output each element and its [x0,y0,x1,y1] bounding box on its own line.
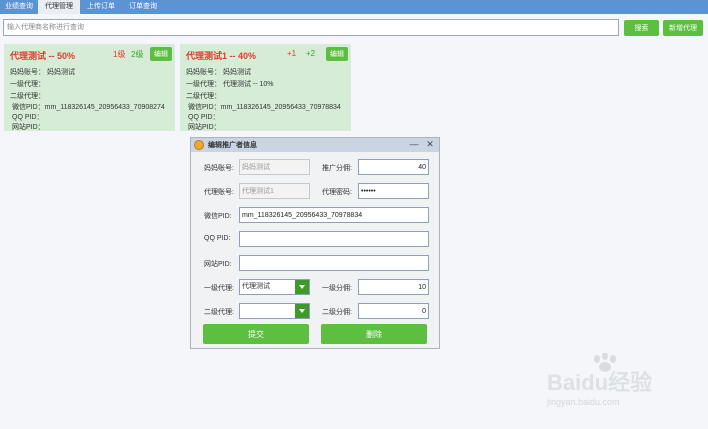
tab-agent-management[interactable]: 代理管理 [38,0,80,14]
agent-card: 代理测试1 -- 40% +1 +2 编辑 妈妈账号： 妈妈测试 一级代理： 代… [180,44,351,131]
agent-password-label: 代理密码: [322,189,352,196]
level1-badge: 1级 [113,50,126,59]
submit-button[interactable]: 提交 [203,324,309,344]
wechat-pid-label: 微信PID: [204,213,232,220]
qq-pid-label: QQ PID: [204,235,231,242]
level2-agent-label: 二级代理: [204,309,234,316]
watermark-logo-text: Baidu经验 [547,370,653,395]
search-button[interactable]: 搜索 [624,20,659,36]
card-mama-account: 妈妈账号： 妈妈测试 [186,69,251,76]
edit-agent-button[interactable]: 编辑 [326,47,348,61]
level2-commission-label: 二级分佣: [322,309,352,316]
close-icon[interactable]: ✕ [424,139,436,150]
top-tab-bar: 业绩查询 代理管理 上传订单 订单查询 [0,0,708,14]
agent-account-field [239,183,310,199]
level1-badge: +1 [287,49,297,58]
level1-commission-field[interactable] [358,279,429,295]
qq-pid-field[interactable] [239,231,429,247]
level2-badge: 2级 [131,50,144,59]
level2-agent-select[interactable] [239,303,310,319]
chevron-down-icon[interactable] [295,304,309,318]
tab-upload-orders[interactable]: 上传订单 [80,0,122,14]
minimize-icon[interactable]: — [408,139,420,149]
agent-password-field[interactable] [358,183,429,199]
wechat-pid-field[interactable] [239,207,429,223]
agent-card-title: 代理测试 -- 50% [10,51,76,61]
watermark-url: jingyan.baidu.com [547,397,620,407]
agent-account-label: 代理账号: [204,189,234,196]
dialog-title-bar[interactable]: 编辑推广者信息 — ✕ [191,138,439,152]
level1-agent-select[interactable]: 代理测试 [239,279,310,295]
card-site-pid: 网站PID： [188,124,221,131]
level2-badge: +2 [306,49,316,58]
chevron-down-icon[interactable] [295,280,309,294]
baidu-jingyan-watermark: Baidu经验 jingyan.baidu.com [545,353,705,413]
card-qq-pid: QQ PID： [12,114,44,121]
agent-card-title: 代理测试1 -- 40% [186,51,257,61]
tab-performance[interactable]: 业绩查询 [0,0,38,14]
mama-account-label: 妈妈账号: [204,165,234,172]
card-level2-agent: 二级代理： [10,93,45,100]
edit-promoter-dialog: 编辑推广者信息 — ✕ 妈妈账号: 推广分佣: 代理账号: 代理密码: 微信PI… [190,137,440,349]
card-level1-agent: 一级代理： [10,81,45,88]
card-wechat-pid: 微信PID：mm_118326145_20956433_70978834 [188,104,341,111]
tab-order-query[interactable]: 订单查询 [122,0,164,14]
commission-field[interactable] [358,159,429,175]
mama-account-field [239,159,310,175]
level1-agent-value: 代理测试 [242,283,270,290]
add-agent-button[interactable]: 新增代理 [663,20,703,36]
card-mama-account: 妈妈账号： 妈妈测试 [10,69,75,76]
level1-agent-label: 一级代理: [204,285,234,292]
card-site-pid: 网站PID： [12,124,45,131]
agent-card: 代理测试 -- 50% 1级 2级 编辑 妈妈账号： 妈妈测试 一级代理： 二级… [4,44,175,131]
commission-label: 推广分佣: [322,165,352,172]
agent-search-input[interactable] [3,19,619,36]
card-level2-agent: 二级代理： [186,93,221,100]
dialog-title: 编辑推广者信息 [208,142,257,149]
site-pid-field[interactable] [239,255,429,271]
card-qq-pid: QQ PID： [188,114,220,121]
app-icon [194,140,204,150]
edit-agent-button[interactable]: 编辑 [150,47,172,61]
site-pid-label: 网站PID: [204,261,232,268]
delete-button[interactable]: 删除 [321,324,427,344]
level1-commission-label: 一级分佣: [322,285,352,292]
card-wechat-pid: 微信PID：mm_118326145_20956433_70908274 [12,104,165,111]
card-level1-agent: 一级代理： 代理测试 -- 10% [186,81,274,88]
level2-commission-field[interactable] [358,303,429,319]
